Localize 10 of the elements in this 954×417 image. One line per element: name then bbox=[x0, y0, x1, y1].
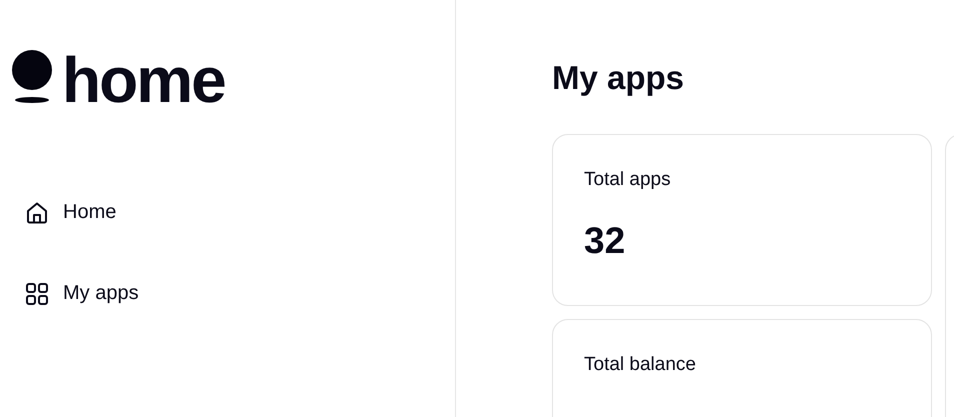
stat-value: 32 bbox=[584, 219, 626, 264]
logo-text: home bbox=[62, 48, 225, 112]
stat-label: Total balance bbox=[584, 354, 697, 376]
stat-label: Total apps bbox=[584, 168, 672, 192]
logo-icon bbox=[12, 50, 52, 103]
nav-link[interactable]: Home bbox=[25, 198, 455, 227]
home-icon bbox=[25, 200, 49, 224]
page-title: My apps bbox=[552, 58, 686, 98]
grid-icon bbox=[25, 282, 49, 306]
nav-link[interactable]: My apps bbox=[25, 279, 455, 308]
